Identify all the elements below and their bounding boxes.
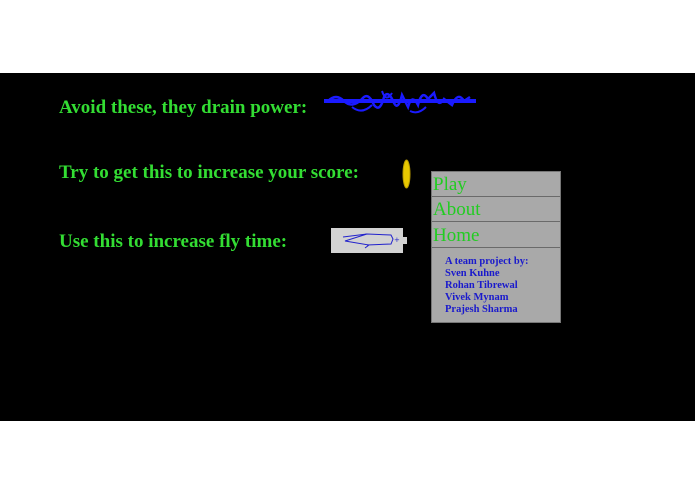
credits-heading: A team project by: xyxy=(445,256,529,267)
credits-member: Rohan Tibrewal xyxy=(445,280,518,291)
home-button[interactable]: Home xyxy=(432,224,560,248)
credits-member: Sven Kuhne xyxy=(445,268,500,279)
score-hint-text: Try to get this to increase your score: xyxy=(59,162,359,183)
game-instructions-screen: Avoid these, they drain power: Try to ge… xyxy=(0,73,695,421)
about-button[interactable]: About xyxy=(432,198,560,222)
team-credits: A team project by: Sven Kuhne Rohan Tibr… xyxy=(445,256,529,316)
credits-member: Vivek Mynam xyxy=(445,292,509,303)
main-menu-panel: Play About Home A team project by: Sven … xyxy=(431,171,561,323)
fly-time-hint-text: Use this to increase fly time: xyxy=(59,231,288,252)
play-button[interactable]: Play xyxy=(432,173,560,197)
gold-coin-icon xyxy=(402,159,411,189)
battery-icon: + xyxy=(331,228,407,253)
credits-member: Prajesh Sharma xyxy=(445,304,518,315)
svg-text:+: + xyxy=(394,236,400,244)
scribble-obstacle-icon xyxy=(324,90,476,114)
avoid-obstacles-text: Avoid these, they drain power: xyxy=(59,97,308,118)
